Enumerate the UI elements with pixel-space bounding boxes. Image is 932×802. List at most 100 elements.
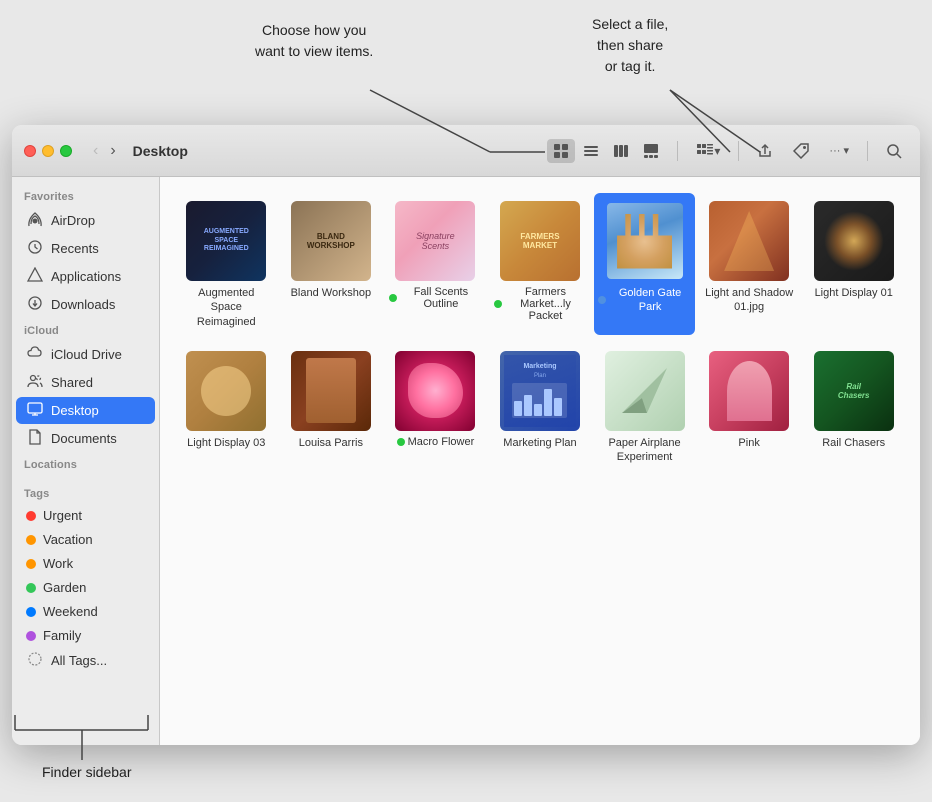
sidebar-item-downloads[interactable]: Downloads — [16, 291, 155, 318]
file-name-macro: Macro Flower — [397, 436, 475, 448]
sidebar-item-airdrop[interactable]: AirDrop — [16, 207, 155, 234]
shared-label: Shared — [51, 375, 93, 390]
more-button[interactable]: ··· ▾ — [823, 140, 855, 161]
file-thumb-augmented: AUGMENTEDSPACEREIMAGINED — [186, 201, 266, 281]
recents-icon — [26, 239, 44, 258]
group-by-button[interactable]: ▾ — [690, 139, 726, 163]
downloads-icon — [26, 295, 44, 314]
sidebar: Favorites AirDrop — [12, 177, 160, 745]
sidebar-item-tag-urgent[interactable]: Urgent — [16, 504, 155, 527]
gallery-view-button[interactable] — [637, 139, 665, 163]
nav-arrows: ‹ › — [88, 140, 121, 162]
search-button[interactable] — [880, 139, 908, 163]
tag-work-label: Work — [43, 556, 73, 571]
green-dot-farmers — [494, 300, 502, 308]
airdrop-icon — [26, 211, 44, 230]
all-tags-icon — [26, 652, 44, 669]
applications-icon — [26, 267, 44, 286]
documents-label: Documents — [51, 431, 117, 446]
file-name-light-shadow: Light and Shadow 01.jpg — [704, 286, 794, 315]
file-item-louisa[interactable]: Louisa Parris — [281, 343, 382, 471]
icon-view-button[interactable] — [547, 139, 575, 163]
file-item-farmers[interactable]: FARMERSMARKET Farmers Market...ly Packet — [490, 193, 591, 335]
desktop-icon — [26, 401, 44, 420]
back-button[interactable]: ‹ — [88, 140, 103, 162]
file-name-augmented: Augmented Space Reimagined — [181, 286, 271, 329]
file-grid-container: AUGMENTEDSPACEREIMAGINED Augmented Space… — [160, 177, 920, 745]
sidebar-item-icloud-drive[interactable]: iCloud Drive — [16, 341, 155, 368]
file-item-macro[interactable]: Macro Flower — [385, 343, 486, 471]
file-item-light01[interactable]: Light Display 01 — [803, 193, 904, 335]
forward-button[interactable]: › — [105, 140, 120, 162]
tag-weekend-label: Weekend — [43, 604, 98, 619]
tag-urgent-label: Urgent — [43, 508, 82, 523]
sidebar-item-recents[interactable]: Recents — [16, 235, 155, 262]
close-button[interactable] — [24, 145, 36, 157]
minimize-button[interactable] — [42, 145, 54, 157]
file-thumb-marketing: Marketing Plan — [500, 351, 580, 431]
file-name-louisa: Louisa Parris — [299, 436, 363, 450]
file-item-pink[interactable]: Pink — [699, 343, 800, 471]
share-button[interactable] — [751, 139, 779, 163]
file-name-light03: Light Display 03 — [187, 436, 265, 450]
sidebar-item-tag-garden[interactable]: Garden — [16, 576, 155, 599]
documents-icon — [26, 429, 44, 448]
tag-dot-work — [26, 559, 36, 569]
window-title: Desktop — [133, 143, 188, 159]
sidebar-item-tag-work[interactable]: Work — [16, 552, 155, 575]
file-thumb-paper — [605, 351, 685, 431]
icloud-drive-label: iCloud Drive — [51, 347, 122, 362]
tag-vacation-label: Vacation — [43, 532, 93, 547]
file-name-farmers: Farmers Market...ly Packet — [494, 286, 587, 322]
file-thumb-farmers: FARMERSMARKET — [500, 201, 580, 281]
file-item-fall-scents[interactable]: SignatureScents Fall Scents Outline — [385, 193, 486, 335]
fullscreen-button[interactable] — [60, 145, 72, 157]
tag-dot-garden — [26, 583, 36, 593]
sidebar-item-applications[interactable]: Applications — [16, 263, 155, 290]
file-thumb-macro — [395, 351, 475, 431]
file-name-pink: Pink — [738, 436, 759, 450]
file-name-marketing: Marketing Plan — [503, 436, 576, 450]
sidebar-item-tag-weekend[interactable]: Weekend — [16, 600, 155, 623]
file-item-rail[interactable]: RailChasers Rail Chasers — [803, 343, 904, 471]
sidebar-item-documents[interactable]: Documents — [16, 425, 155, 452]
title-bar: ‹ › Desktop — [12, 125, 920, 177]
file-thumb-pink — [709, 351, 789, 431]
file-thumb-light03 — [186, 351, 266, 431]
file-item-bland[interactable]: BLANDWORKSHOP Bland Workshop — [281, 193, 382, 335]
tag-dot-family — [26, 631, 36, 641]
file-item-light-shadow[interactable]: Light and Shadow 01.jpg — [699, 193, 800, 335]
separator-2 — [738, 141, 739, 161]
file-thumb-golden — [605, 201, 685, 281]
desktop-label: Desktop — [51, 403, 99, 418]
file-item-augmented[interactable]: AUGMENTEDSPACEREIMAGINED Augmented Space… — [176, 193, 277, 335]
downloads-label: Downloads — [51, 297, 115, 312]
sidebar-item-tag-vacation[interactable]: Vacation — [16, 528, 155, 551]
sidebar-item-shared[interactable]: Shared — [16, 369, 155, 396]
file-thumb-rail: RailChasers — [814, 351, 894, 431]
green-dot-macro — [397, 438, 405, 446]
all-tags-label: All Tags... — [51, 653, 107, 668]
tag-family-label: Family — [43, 628, 81, 643]
file-name-fall: Fall Scents Outline — [389, 286, 482, 310]
file-item-light03[interactable]: Light Display 03 — [176, 343, 277, 471]
file-name-paper: Paper Airplane Experiment — [600, 436, 690, 465]
column-view-button[interactable] — [607, 139, 635, 163]
tag-dot-vacation — [26, 535, 36, 545]
sidebar-item-tag-family[interactable]: Family — [16, 624, 155, 647]
locations-label: Locations — [12, 453, 159, 474]
file-item-paper[interactable]: Paper Airplane Experiment — [594, 343, 695, 471]
file-item-marketing[interactable]: Marketing Plan Marketing Plan — [490, 343, 591, 471]
tag-button[interactable] — [787, 139, 815, 163]
tags-label: Tags — [12, 482, 159, 503]
file-thumb-light01 — [814, 201, 894, 281]
sidebar-item-tag-all[interactable]: All Tags... — [16, 648, 155, 673]
file-item-golden-gate[interactable]: Golden Gate Park — [594, 193, 695, 335]
recents-label: Recents — [51, 241, 99, 256]
separator-1 — [677, 141, 678, 161]
list-view-button[interactable] — [577, 139, 605, 163]
airdrop-label: AirDrop — [51, 213, 95, 228]
finder-window: ‹ › Desktop — [12, 125, 920, 745]
sidebar-item-desktop[interactable]: Desktop — [16, 397, 155, 424]
icloud-label: iCloud — [12, 319, 159, 340]
